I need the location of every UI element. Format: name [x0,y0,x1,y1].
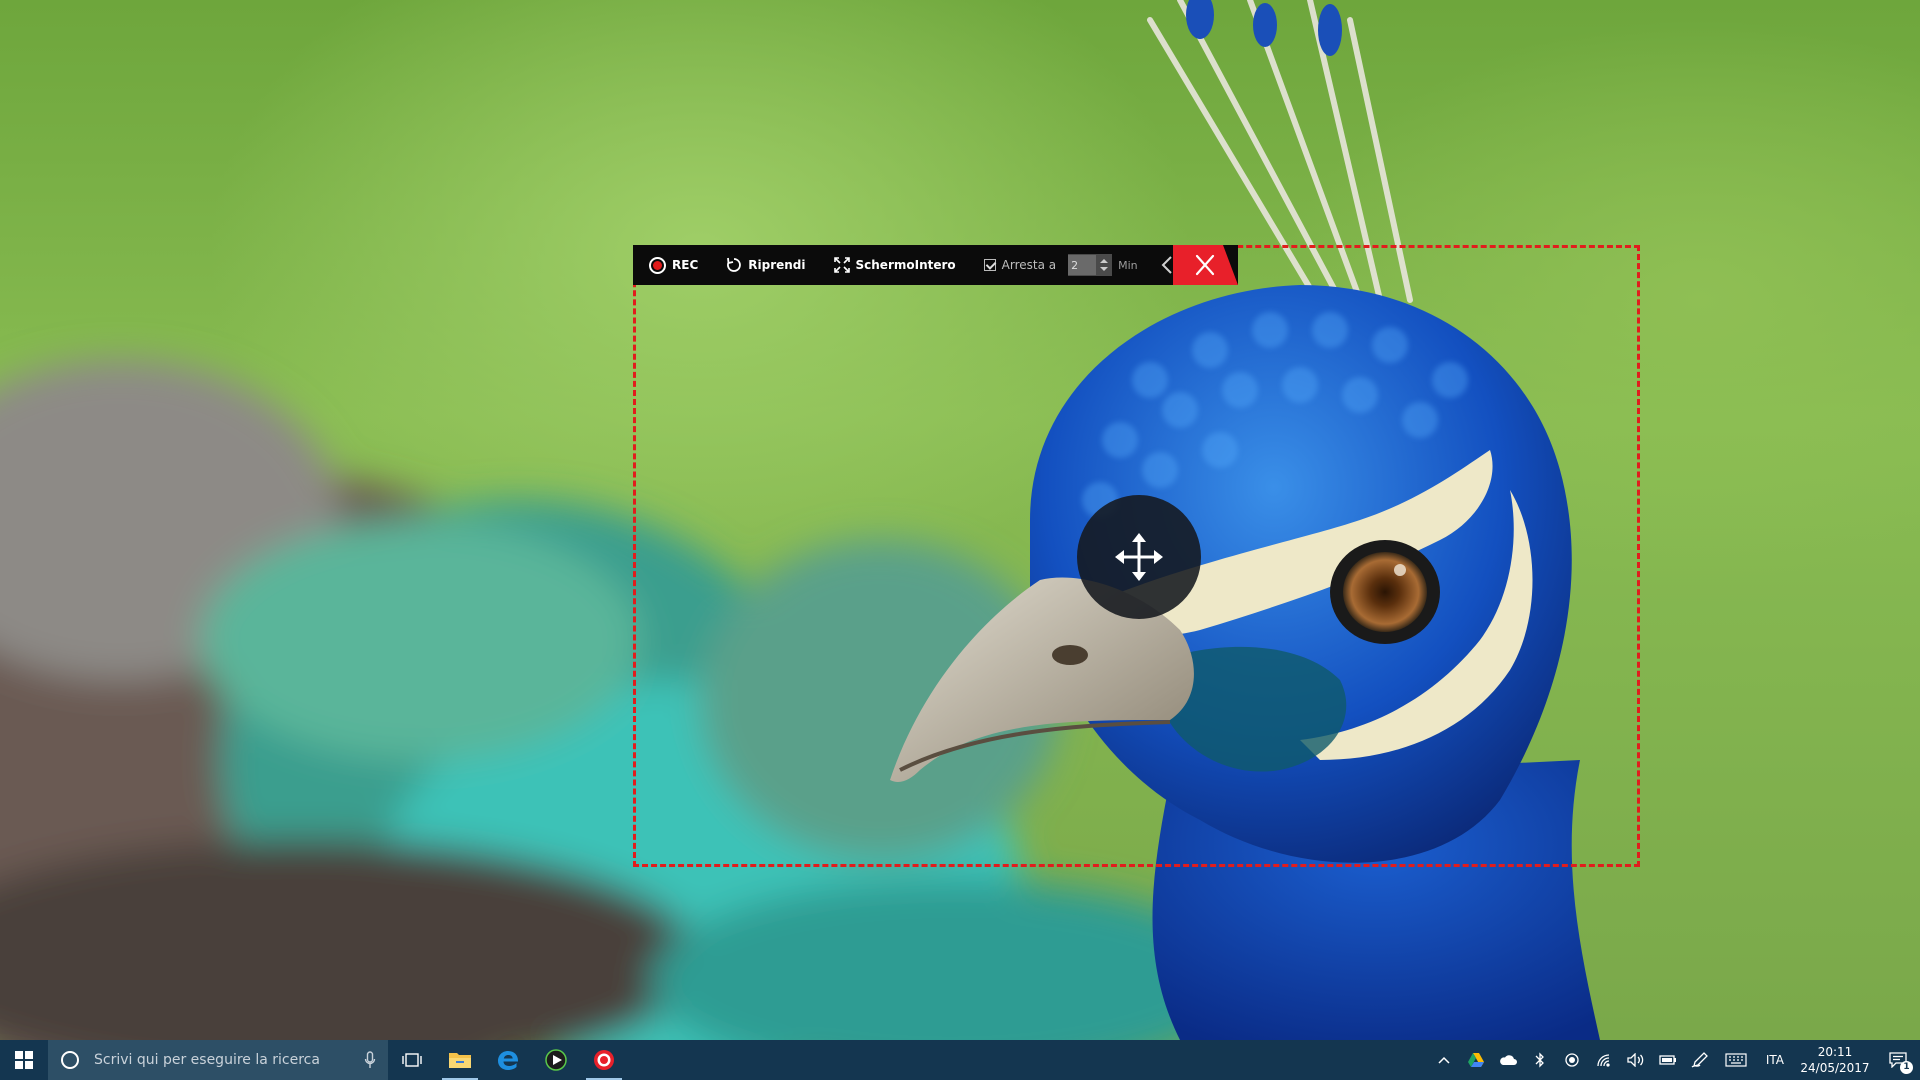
clock-date: 24/05/2017 [1800,1061,1870,1075]
search-input[interactable] [92,1051,364,1069]
move-handle[interactable] [1077,495,1201,619]
show-hidden-icons-button[interactable] [1428,1040,1460,1080]
tray-wifi[interactable] [1588,1040,1620,1080]
stepper-arrows[interactable] [1096,257,1112,273]
cortana-icon [61,1051,79,1069]
stop-at-label: Arresta a [1001,258,1057,272]
minutes-unit-label: Min [1118,258,1138,272]
notification-count-badge: 1 [1900,1061,1913,1074]
task-view-button[interactable] [388,1040,436,1080]
tray-onedrive[interactable] [1492,1040,1524,1080]
file-explorer-icon [449,1053,471,1068]
refresh-icon [726,257,742,273]
fullscreen-label: SchermoIntero [855,258,956,272]
close-button[interactable] [1173,245,1238,285]
chevron-up-icon[interactable] [1100,259,1109,263]
rec-label: REC [672,258,699,272]
move-arrows-icon [1115,533,1163,581]
windows-logo-icon [15,1051,33,1069]
fullscreen-button[interactable]: SchermoIntero [820,245,970,285]
task-view-icon [402,1053,422,1067]
start-button[interactable] [0,1040,48,1080]
tray-google-drive[interactable] [1460,1040,1492,1080]
wifi-icon [1597,1054,1610,1067]
tray-pen[interactable] [1684,1040,1716,1080]
pinned-media-player[interactable] [532,1040,580,1080]
taskbar-clock[interactable]: 20:11 24/05/2017 [1794,1044,1876,1076]
tray-bluetooth[interactable] [1524,1040,1556,1080]
record-circle-icon [1565,1053,1579,1067]
checkbox-checked-icon [983,259,996,271]
cloud-icon [1499,1055,1517,1065]
keyboard-icon [1725,1053,1747,1067]
tray-recorder[interactable] [1556,1040,1588,1080]
microphone-icon[interactable] [364,1051,376,1069]
expand-icon [833,257,850,273]
taskbar-search-box[interactable] [48,1040,388,1080]
resume-label: Riprendi [748,258,806,272]
record-icon [649,256,666,274]
rec-button[interactable]: REC [633,245,712,285]
tray-volume[interactable] [1620,1040,1652,1080]
battery-charging-icon [1659,1055,1676,1065]
stop-at-checkbox[interactable]: Arresta a [970,245,1064,285]
media-player-icon [545,1049,567,1071]
screen-recorder-icon [594,1050,614,1070]
speaker-icon [1627,1053,1644,1067]
minutes-stepper[interactable] [1068,254,1113,276]
clock-time: 20:11 [1817,1045,1853,1059]
chevron-up-icon [1438,1056,1450,1064]
pinned-screen-recorder[interactable] [580,1040,628,1080]
taskbar: ITA 20:11 24/05/2017 1 [0,1040,1920,1080]
pinned-file-explorer[interactable] [436,1040,484,1080]
bluetooth-icon [1535,1052,1544,1068]
chevron-left-icon [1161,256,1172,274]
chevron-down-icon[interactable] [1100,267,1109,271]
pen-workspace-icon [1691,1052,1708,1068]
resume-button[interactable]: Riprendi [712,245,819,285]
tray-battery[interactable] [1652,1040,1684,1080]
tray-touch-keyboard[interactable] [1716,1040,1756,1080]
minutes-input[interactable] [1068,255,1097,275]
language-indicator[interactable]: ITA [1756,1053,1794,1067]
recorder-toolbar: REC Riprendi SchermoIntero Arresta a Min [633,245,1238,285]
system-tray: ITA 20:11 24/05/2017 1 [1428,1040,1920,1080]
pinned-edge[interactable] [484,1040,532,1080]
edge-icon [498,1051,519,1070]
google-drive-icon [1467,1053,1484,1067]
action-center-button[interactable]: 1 [1876,1040,1920,1080]
